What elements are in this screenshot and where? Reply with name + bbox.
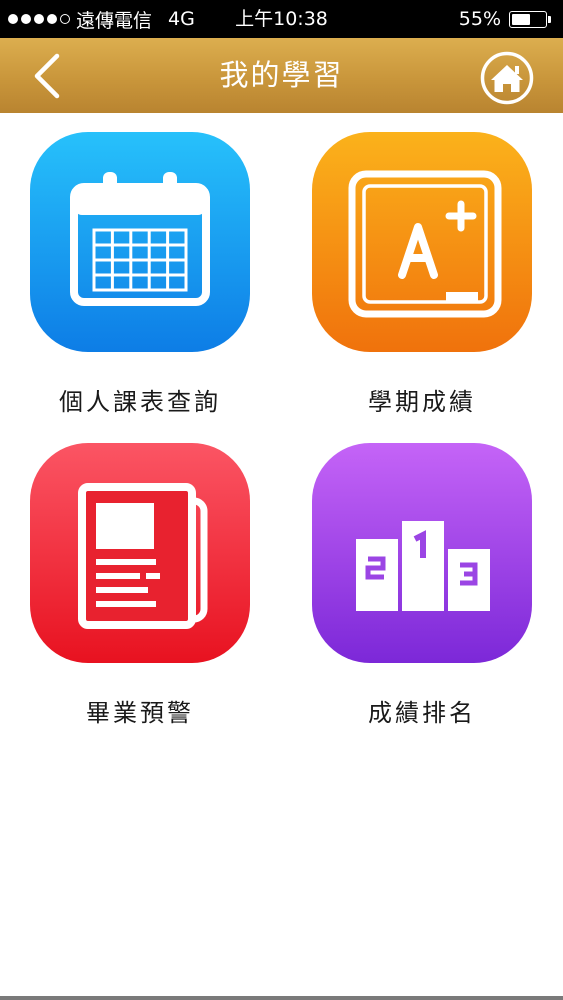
home-icon — [480, 51, 534, 105]
grade-board-app-icon — [312, 132, 532, 352]
newspaper-app-icon — [30, 443, 250, 663]
menu-item-label: 學期成績 — [368, 388, 476, 416]
calendar-app-icon — [30, 132, 250, 352]
menu-item-grade-ranking[interactable]: 成績排名 — [302, 443, 542, 728]
battery-tip — [548, 15, 551, 23]
status-bar: 遠傳電信 4G 上午10:38 55% — [0, 0, 563, 38]
bottom-divider — [0, 996, 563, 1000]
newspaper-icon — [78, 483, 208, 629]
menu-item-graduation-warning[interactable]: 畢業預警 — [20, 443, 260, 728]
battery-icon — [509, 10, 547, 28]
podium-icon — [356, 521, 490, 611]
grade-board-icon — [348, 170, 502, 318]
home-button[interactable] — [480, 51, 534, 105]
menu-item-label: 畢業預警 — [86, 699, 194, 727]
menu-item-class-schedule[interactable]: 個人課表查詢 — [20, 132, 260, 417]
podium-app-icon — [312, 443, 532, 663]
battery-group: 55% — [459, 0, 551, 38]
page-title: 我的學習 — [219, 58, 344, 92]
battery-percent: 55% — [458, 8, 501, 30]
menu-item-label: 個人課表查詢 — [59, 388, 221, 416]
menu-item-semester-grades[interactable]: 學期成績 — [302, 132, 542, 417]
battery-fill — [512, 13, 530, 25]
menu-item-label: 成績排名 — [368, 699, 476, 727]
nav-bar: 我的學習 — [0, 38, 563, 113]
calendar-icon — [70, 172, 210, 306]
